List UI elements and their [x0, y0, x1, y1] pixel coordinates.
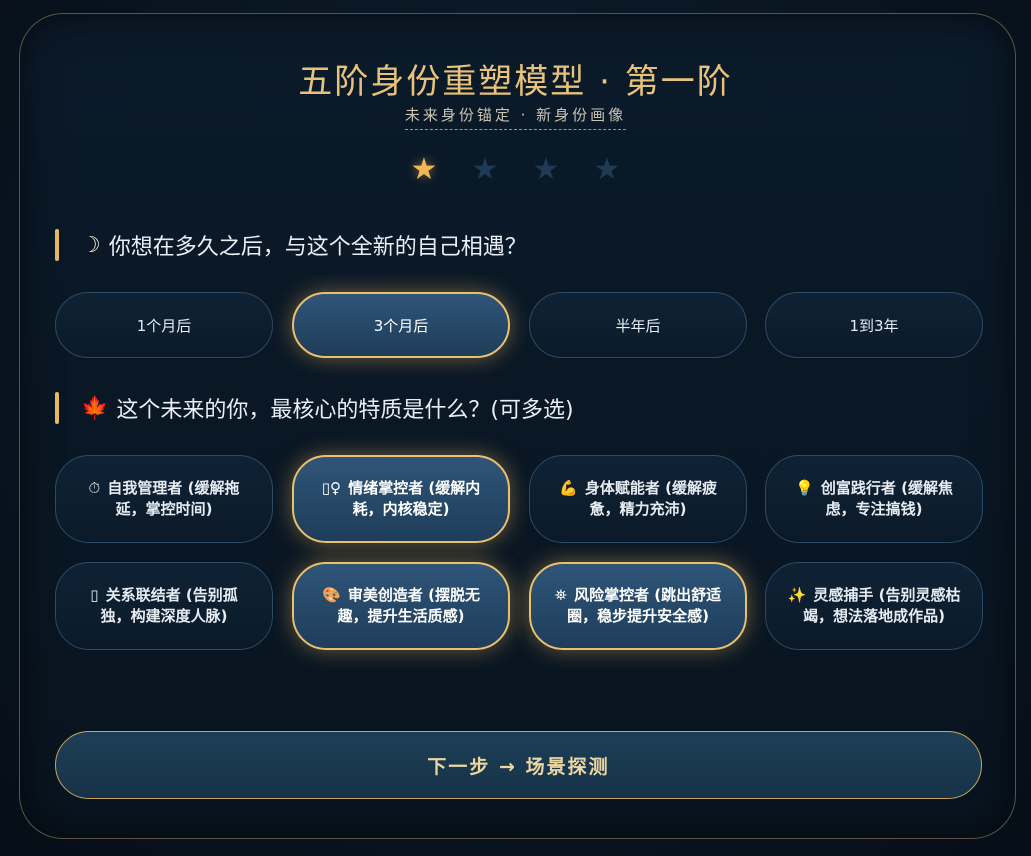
trait-label: 风险掌控者 (跳出舒适圈，稳步提升安全感)	[567, 586, 722, 625]
flexed-biceps-icon: 💪	[558, 479, 578, 497]
trait-text: 💡 创富践行者 (缓解焦虑，专注搞钱)	[786, 478, 962, 520]
step-star-icon: ★	[593, 152, 621, 187]
option-half-year[interactable]: 半年后	[529, 292, 747, 358]
next-step-button[interactable]: 下一步 → 场景探测	[55, 731, 982, 799]
crescent-moon-icon: ☽	[81, 232, 101, 258]
step-star-icon: ★	[532, 152, 560, 187]
trait-label: 灵感捕手 (告别灵感枯竭，想法落地成作品)	[803, 586, 961, 625]
section-accent-bar	[55, 392, 59, 424]
section-accent-bar	[55, 229, 59, 261]
step-star-icon: ★	[410, 152, 438, 187]
page-subtitle: 未来身份锚定 · 新身份画像	[404, 104, 627, 130]
trait-text: 💪 身体赋能者 (缓解疲惫，精力充沛)	[550, 478, 726, 520]
people-icon: ▯	[90, 586, 99, 604]
option-1-to-3-years[interactable]: 1到3年	[765, 292, 983, 358]
maple-leaf-icon: 🍁	[81, 395, 109, 421]
trait-aesthetic-creator[interactable]: 🎨 审美创造者 (摆脱无趣，提升生活质感)	[292, 562, 510, 650]
trait-relationship-builder[interactable]: ▯ 关系联结者 (告别孤独，构建深度人脉)	[55, 562, 273, 650]
trait-label: 情绪掌控者 (缓解内耗，内核稳定)	[348, 479, 481, 518]
sparkles-icon: ✨	[787, 586, 807, 604]
option-1-month[interactable]: 1个月后	[55, 292, 273, 358]
trait-text: ▯ 关系联结者 (告别孤独，构建深度人脉)	[76, 585, 252, 627]
trait-label: 关系联结者 (告别孤独，构建深度人脉)	[100, 586, 238, 625]
trait-label: 自我管理者 (缓解拖延，掌控时间)	[107, 479, 240, 518]
question1-heading: ☽ 你想在多久之后，与这个全新的自己相遇？	[55, 228, 527, 262]
subtitle-wrap: 未来身份锚定 · 新身份画像	[0, 104, 1031, 130]
light-bulb-icon: 💡	[794, 479, 814, 497]
trait-body-empower[interactable]: 💪 身体赋能者 (缓解疲惫，精力充沛)	[529, 455, 747, 543]
trait-self-manager[interactable]: ⏱ 自我管理者 (缓解拖延，掌控时间)	[55, 455, 273, 543]
trait-text: ⛯ 风险掌控者 (跳出舒适圈，稳步提升安全感)	[551, 585, 725, 627]
main-card	[19, 13, 1016, 839]
palette-icon: 🎨	[321, 586, 341, 604]
step-star-icon: ★	[471, 152, 499, 187]
emotion-icon: ▯♀	[321, 479, 341, 497]
page-title: 五阶身份重塑模型 · 第一阶	[298, 62, 733, 102]
trait-wealth-builder[interactable]: 💡 创富践行者 (缓解焦虑，专注搞钱)	[765, 455, 983, 543]
trait-text: 🎨 审美创造者 (摆脱无趣，提升生活质感)	[314, 585, 488, 627]
question2-heading: 🍁 这个未来的你，最核心的特质是什么？(可多选)	[55, 391, 574, 425]
question2-text: 这个未来的你，最核心的特质是什么？(可多选)	[116, 398, 574, 423]
trait-label: 身体赋能者 (缓解疲惫，精力充沛)	[584, 479, 717, 518]
trait-text: ✨ 灵感捕手 (告别灵感枯竭，想法落地成作品)	[786, 585, 962, 627]
trait-text: ⏱ 自我管理者 (缓解拖延，掌控时间)	[76, 478, 252, 520]
page: 五阶身份重塑模型 · 第一阶 未来身份锚定 · 新身份画像 ★ ★ ★ ★ ☽ 你想在…	[0, 0, 1031, 856]
question1-text: 你想在多久之后，与这个全新的自己相遇？	[108, 235, 527, 260]
trait-emotion-master[interactable]: ▯♀ 情绪掌控者 (缓解内耗，内核稳定)	[292, 455, 510, 543]
trait-inspiration-catcher[interactable]: ✨ 灵感捕手 (告别灵感枯竭，想法落地成作品)	[765, 562, 983, 650]
trait-text: ▯♀ 情绪掌控者 (缓解内耗，内核稳定)	[314, 478, 488, 520]
trait-label: 创富践行者 (缓解焦虑，专注搞钱)	[820, 479, 953, 518]
option-3-months[interactable]: 3个月后	[292, 292, 510, 358]
stopwatch-icon: ⏱	[88, 479, 101, 497]
binoculars-icon: ⛯	[554, 586, 567, 604]
trait-label: 审美创造者 (摆脱无趣，提升生活质感)	[337, 586, 480, 625]
trait-risk-master[interactable]: ⛯ 风险掌控者 (跳出舒适圈，稳步提升安全感)	[529, 562, 747, 650]
step-progress: ★ ★ ★ ★	[0, 152, 1031, 187]
